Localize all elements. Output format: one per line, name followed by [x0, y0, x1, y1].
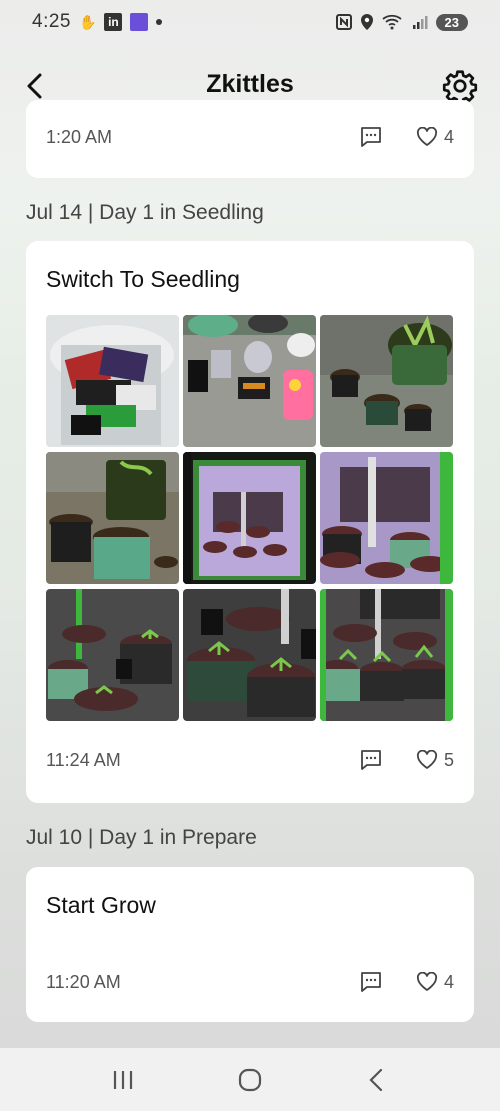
like-button[interactable]: 4 — [416, 972, 454, 993]
like-button[interactable]: 4 — [416, 127, 454, 148]
comment-button[interactable] — [360, 126, 382, 148]
page-title: Zkittles — [206, 70, 294, 98]
comment-icon — [361, 127, 381, 147]
home-button[interactable] — [230, 1060, 270, 1100]
like-count: 5 — [443, 749, 454, 770]
photo-grid — [46, 315, 454, 721]
home-icon — [238, 1068, 262, 1091]
recent-apps-button[interactable] — [103, 1060, 143, 1100]
wifi-5g-icon — [381, 14, 404, 30]
post-time: 1:20 AM — [46, 126, 113, 147]
signal-icon — [412, 14, 428, 30]
gear-icon — [442, 70, 478, 105]
photo-thumbnail[interactable] — [183, 315, 316, 447]
status-time: 4:25 — [32, 11, 71, 32]
post-time: 11:24 AM — [46, 749, 121, 770]
like-button[interactable]: 5 — [416, 750, 454, 771]
photo-thumbnail[interactable] — [46, 452, 179, 584]
comment-icon — [361, 972, 381, 992]
post-card[interactable]: Switch To Seedling 11:24 AM 5 — [26, 241, 474, 803]
comment-button[interactable] — [360, 749, 382, 771]
photo-thumbnail[interactable] — [183, 589, 316, 721]
recent-apps-icon — [114, 1070, 133, 1089]
settings-button[interactable] — [442, 68, 478, 105]
linkedin-icon: in — [104, 13, 123, 31]
dot-icon — [156, 19, 163, 25]
chart-app-icon — [130, 13, 149, 31]
post-card-previous[interactable]: 1:20 AM 4 — [26, 100, 474, 178]
system-back-button[interactable] — [357, 1060, 397, 1100]
heart-icon — [416, 750, 438, 769]
hand-icon: ✋ — [78, 13, 97, 30]
photo-thumbnail[interactable] — [46, 315, 179, 447]
like-count: 4 — [443, 126, 454, 147]
post-title: Start Grow — [46, 892, 156, 918]
photo-thumbnail[interactable] — [320, 589, 453, 721]
heart-icon — [416, 972, 438, 991]
photo-thumbnail[interactable] — [46, 589, 179, 721]
photo-thumbnail[interactable] — [320, 452, 453, 584]
status-bar: 4:25 ✋ in 23 — [0, 0, 500, 44]
comment-button[interactable] — [360, 971, 382, 993]
section-header: Jul 14 | Day 1 in Seedling — [26, 201, 264, 224]
location-icon — [360, 13, 374, 31]
section-header: Jul 10 | Day 1 in Prepare — [26, 826, 257, 849]
battery-indicator: 23 — [435, 13, 468, 31]
post-title: Switch To Seedling — [46, 266, 240, 292]
post-card[interactable]: Start Grow 11:20 AM 4 — [26, 867, 474, 1022]
photo-thumbnail[interactable] — [320, 315, 453, 447]
like-count: 4 — [443, 971, 454, 992]
photo-thumbnail[interactable] — [183, 452, 316, 584]
post-time: 11:20 AM — [46, 971, 121, 992]
system-nav-bar — [0, 1048, 500, 1111]
nfc-icon — [335, 14, 352, 30]
heart-icon — [416, 127, 438, 146]
chevron-left-icon — [369, 1068, 382, 1091]
comment-icon — [361, 750, 381, 770]
